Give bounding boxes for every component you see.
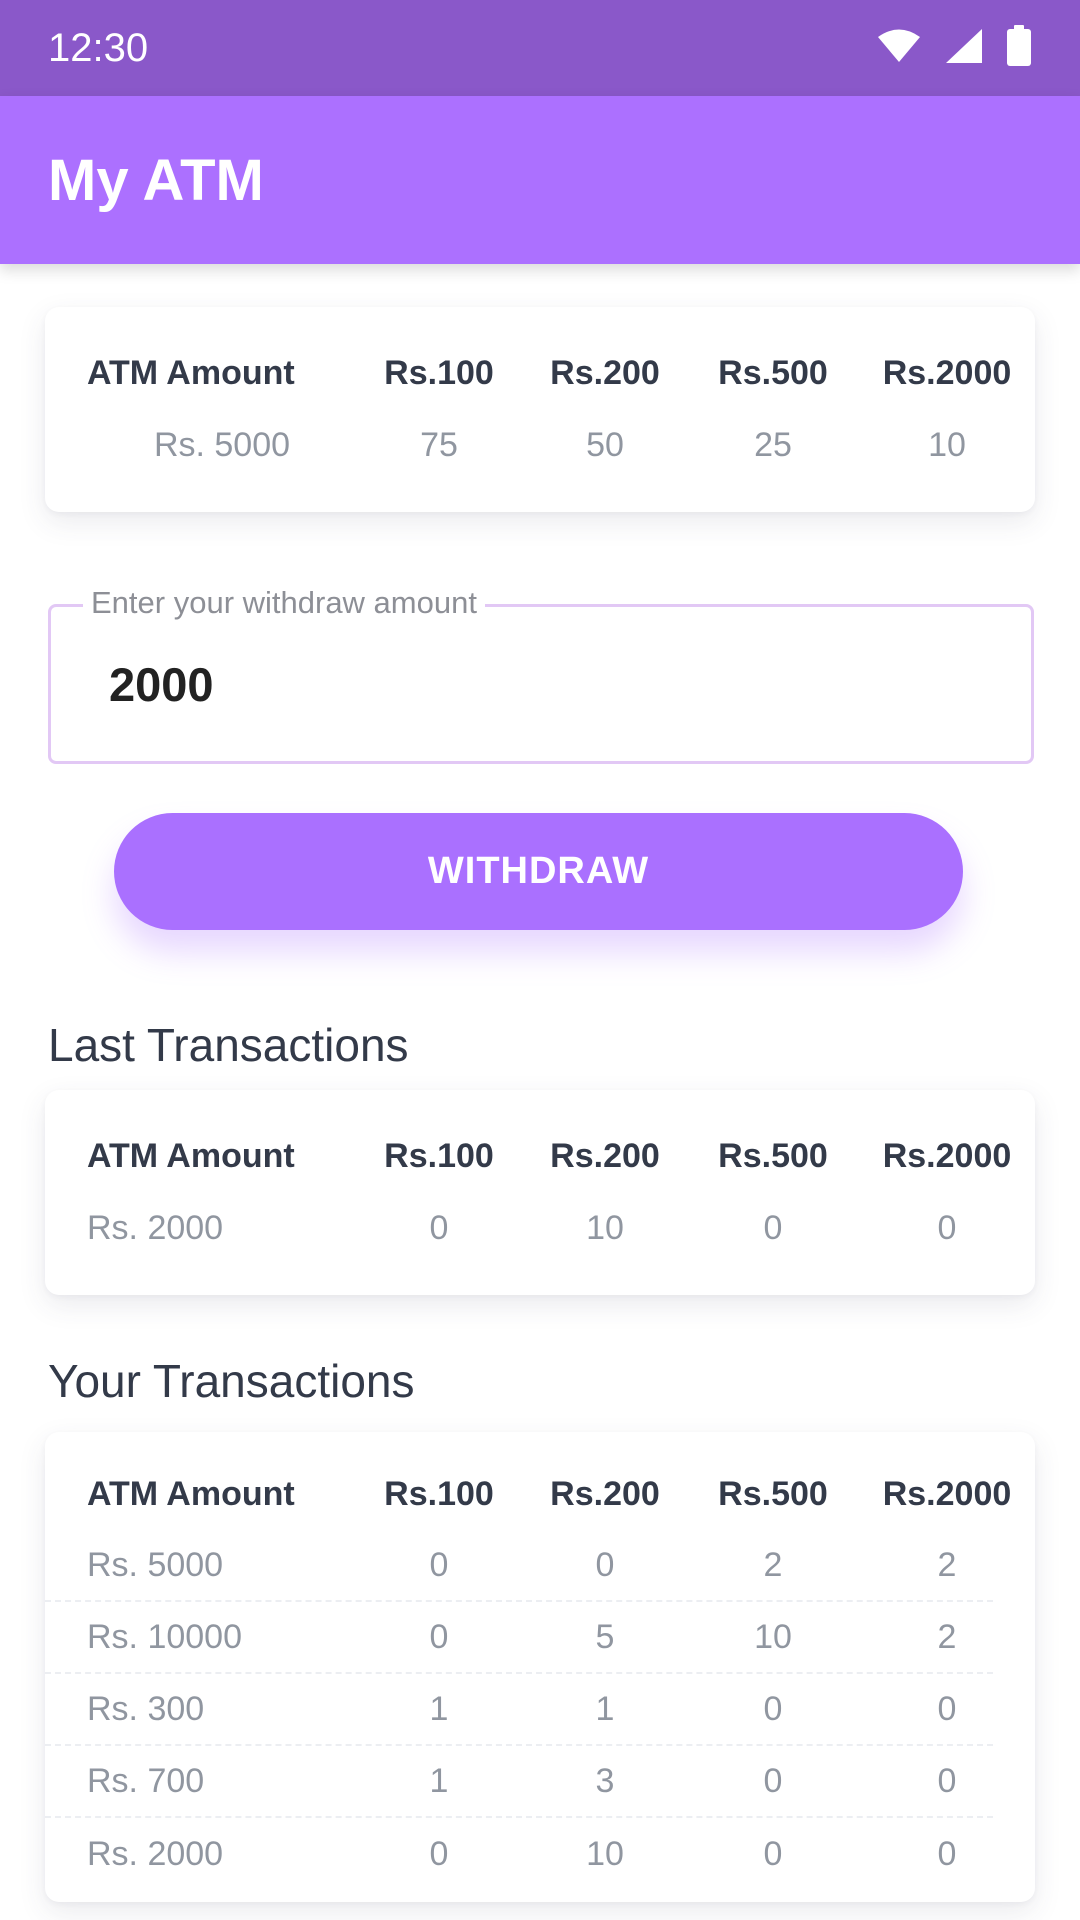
amount-cell: Rs. 10000 xyxy=(87,1617,242,1656)
rs200-cell: 3 xyxy=(595,1761,615,1800)
header-rs500: Rs.500 xyxy=(718,1136,828,1175)
your-transactions-card: ATM Amount Rs.100 Rs.200 Rs.500 Rs.2000 … xyxy=(45,1432,1035,1902)
status-bar: 12:30 xyxy=(0,0,1080,96)
table-row: Rs. 300 1 1 0 0 xyxy=(45,1674,993,1746)
rs2000-count: 10 xyxy=(928,425,966,464)
table-row: Rs. 10000 0 5 10 2 xyxy=(45,1602,993,1674)
rs500-cell: 0 xyxy=(763,1208,783,1247)
rs100-count: 75 xyxy=(420,425,458,464)
amount-cell: Rs. 300 xyxy=(87,1689,205,1728)
rs200-count: 50 xyxy=(586,425,624,464)
header-rs200: Rs.200 xyxy=(550,1136,660,1175)
rs2000-cell: 0 xyxy=(937,1761,957,1800)
rs200-cell: 0 xyxy=(595,1545,615,1584)
last-transactions-card: ATM Amount Rs.100 Rs.200 Rs.500 Rs.2000 … xyxy=(45,1090,1035,1295)
rs500-count: 25 xyxy=(754,425,792,464)
withdraw-amount-input[interactable]: 2000 xyxy=(109,657,214,712)
your-transactions-title: Your Transactions xyxy=(48,1355,415,1407)
rs100-cell: 0 xyxy=(429,1208,449,1247)
last-transactions-header-row: ATM Amount Rs.100 Rs.200 Rs.500 Rs.2000 xyxy=(45,1120,1035,1192)
header-atm-amount: ATM Amount xyxy=(87,1474,295,1513)
header-rs100: Rs.100 xyxy=(384,1474,494,1513)
last-transactions-title: Last Transactions xyxy=(48,1019,409,1071)
rs200-cell: 1 xyxy=(595,1689,615,1728)
rs500-cell: 10 xyxy=(754,1617,792,1656)
rs500-cell: 0 xyxy=(763,1761,783,1800)
status-time: 12:30 xyxy=(48,25,149,70)
header-rs100: Rs.100 xyxy=(384,353,494,392)
withdraw-field-label: Enter your withdraw amount xyxy=(83,585,485,621)
rs200-cell: 5 xyxy=(595,1617,615,1656)
rs200-cell: 10 xyxy=(586,1834,624,1873)
header-rs2000: Rs.2000 xyxy=(882,1474,1012,1513)
header-rs2000: Rs.2000 xyxy=(882,1136,1012,1175)
rs100-cell: 0 xyxy=(429,1834,449,1873)
header-rs2000: Rs.2000 xyxy=(882,353,1012,392)
rs500-cell: 0 xyxy=(763,1834,783,1873)
table-row: Rs. 5000 0 0 2 2 xyxy=(45,1530,993,1602)
rs2000-cell: 0 xyxy=(937,1834,957,1873)
withdraw-amount-field[interactable]: Enter your withdraw amount 2000 xyxy=(48,585,1034,764)
status-icons xyxy=(876,24,1032,72)
amount-cell: Rs. 5000 xyxy=(87,1545,224,1584)
signal-icon xyxy=(944,27,984,70)
rs200-cell: 10 xyxy=(586,1208,624,1247)
header-rs500: Rs.500 xyxy=(718,1474,828,1513)
last-transaction-row: Rs. 2000 0 10 0 0 xyxy=(45,1192,1035,1264)
amount-cell: Rs. 2000 xyxy=(87,1208,224,1247)
table-row: Rs. 2000 0 10 0 0 xyxy=(45,1818,1035,1890)
header-rs200: Rs.200 xyxy=(550,1474,660,1513)
atm-status-row: Rs. 5000 75 50 25 10 xyxy=(45,409,1035,481)
your-transactions-header-row: ATM Amount Rs.100 Rs.200 Rs.500 Rs.2000 xyxy=(45,1458,1035,1530)
rs100-cell: 1 xyxy=(429,1689,449,1728)
header-atm-amount: ATM Amount xyxy=(87,1136,295,1175)
app-title: My ATM xyxy=(48,147,264,213)
rs100-cell: 0 xyxy=(429,1617,449,1656)
amount-cell: Rs. 700 xyxy=(87,1761,205,1800)
rs2000-cell: 0 xyxy=(937,1689,957,1728)
header-rs200: Rs.200 xyxy=(550,353,660,392)
amount-cell: Rs. 2000 xyxy=(87,1834,224,1873)
header-atm-amount: ATM Amount xyxy=(87,353,295,392)
header-rs100: Rs.100 xyxy=(384,1136,494,1175)
app-bar: My ATM xyxy=(0,96,1080,264)
rs100-cell: 0 xyxy=(429,1545,449,1584)
rs2000-cell: 2 xyxy=(937,1617,957,1656)
battery-icon xyxy=(1006,24,1032,72)
atm-status-header-row: ATM Amount Rs.100 Rs.200 Rs.500 Rs.2000 xyxy=(45,337,1035,409)
atm-amount-value: Rs. 5000 xyxy=(153,425,291,464)
rs500-cell: 0 xyxy=(763,1689,783,1728)
table-row: Rs. 700 1 3 0 0 xyxy=(45,1746,993,1818)
rs100-cell: 1 xyxy=(429,1761,449,1800)
header-rs500: Rs.500 xyxy=(718,353,828,392)
rs500-cell: 2 xyxy=(763,1545,783,1584)
wifi-icon xyxy=(876,28,922,69)
rs2000-cell: 0 xyxy=(937,1208,957,1247)
withdraw-button[interactable]: WITHDRAW xyxy=(114,813,963,930)
rs2000-cell: 2 xyxy=(937,1545,957,1584)
atm-status-card: ATM Amount Rs.100 Rs.200 Rs.500 Rs.2000 … xyxy=(45,307,1035,512)
